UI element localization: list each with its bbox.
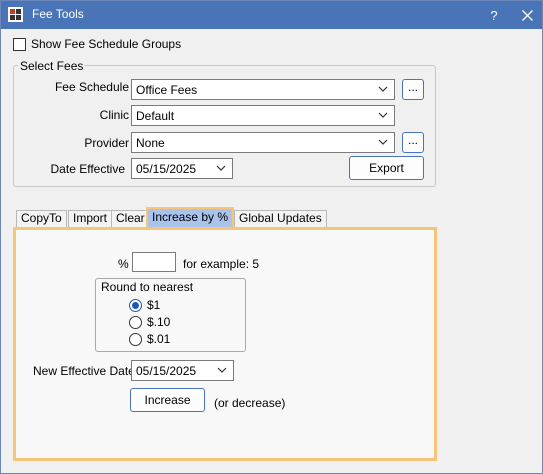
percent-label: % xyxy=(118,257,129,271)
tab-copyto[interactable]: CopyTo xyxy=(16,210,67,227)
chevron-down-icon xyxy=(378,86,388,92)
provider-browse-button[interactable]: ... xyxy=(402,132,424,153)
chevron-down-icon xyxy=(378,112,388,118)
round-cent-label: $.01 xyxy=(147,332,171,346)
round-dollar-label: $1 xyxy=(147,298,161,312)
new-effective-date-value: 05/15/2025 xyxy=(136,364,197,378)
fee-schedule-combo[interactable]: Office Fees xyxy=(131,79,395,100)
fee-schedule-value: Office Fees xyxy=(136,83,198,97)
close-icon xyxy=(521,9,533,21)
chevron-down-icon xyxy=(378,139,388,145)
clinic-value: Default xyxy=(136,109,175,123)
date-effective-picker[interactable]: 05/15/2025 xyxy=(131,158,233,179)
close-button[interactable] xyxy=(512,1,542,29)
show-groups-checkbox[interactable] xyxy=(13,38,26,51)
help-button[interactable]: ? xyxy=(479,1,509,29)
clinic-label: Clinic xyxy=(99,108,129,122)
date-effective-value: 05/15/2025 xyxy=(136,162,197,176)
percent-input[interactable] xyxy=(132,252,176,272)
round-title: Round to nearest xyxy=(101,280,194,294)
increase-button[interactable]: Increase xyxy=(130,388,205,412)
clinic-combo[interactable]: Default xyxy=(131,105,395,126)
provider-value: None xyxy=(136,136,165,150)
select-fees-title: Select Fees xyxy=(18,59,86,73)
tab-increase-by-percent[interactable]: Increase by % xyxy=(146,207,235,227)
fee-tools-window: Fee Tools ? Show Fee Schedule Groups Sel… xyxy=(0,0,543,474)
fee-schedule-label: Fee Schedule xyxy=(54,80,129,94)
round-dime-radio[interactable] xyxy=(129,316,142,329)
increase-panel: % for example: 5 Round to nearest $1 $.1… xyxy=(13,227,437,461)
chevron-down-icon xyxy=(216,165,226,171)
example-hint: for example: 5 xyxy=(183,257,260,271)
grid-icon xyxy=(8,7,23,22)
chevron-down-icon xyxy=(217,367,227,373)
window-title: Fee Tools xyxy=(32,7,84,21)
title-bar: Fee Tools ? xyxy=(1,1,542,29)
show-groups-label: Show Fee Schedule Groups xyxy=(31,37,182,51)
tab-clear[interactable]: Clear xyxy=(111,210,150,227)
round-dollar-radio[interactable] xyxy=(129,299,142,312)
provider-label: Provider xyxy=(84,136,129,150)
tab-import[interactable]: Import xyxy=(68,210,113,227)
provider-combo[interactable]: None xyxy=(131,132,395,153)
date-effective-label: Date Effective xyxy=(50,162,125,176)
round-cent-radio[interactable] xyxy=(129,333,142,346)
round-dime-label: $.10 xyxy=(147,315,171,329)
new-effective-date-label: New Effective Date xyxy=(33,364,135,378)
new-effective-date-picker[interactable]: 05/15/2025 xyxy=(131,360,234,381)
fee-schedule-browse-button[interactable]: ... xyxy=(402,79,424,100)
decrease-note: (or decrease) xyxy=(214,396,286,410)
tab-global-updates[interactable]: Global Updates xyxy=(234,210,327,227)
export-button[interactable]: Export xyxy=(349,156,424,180)
